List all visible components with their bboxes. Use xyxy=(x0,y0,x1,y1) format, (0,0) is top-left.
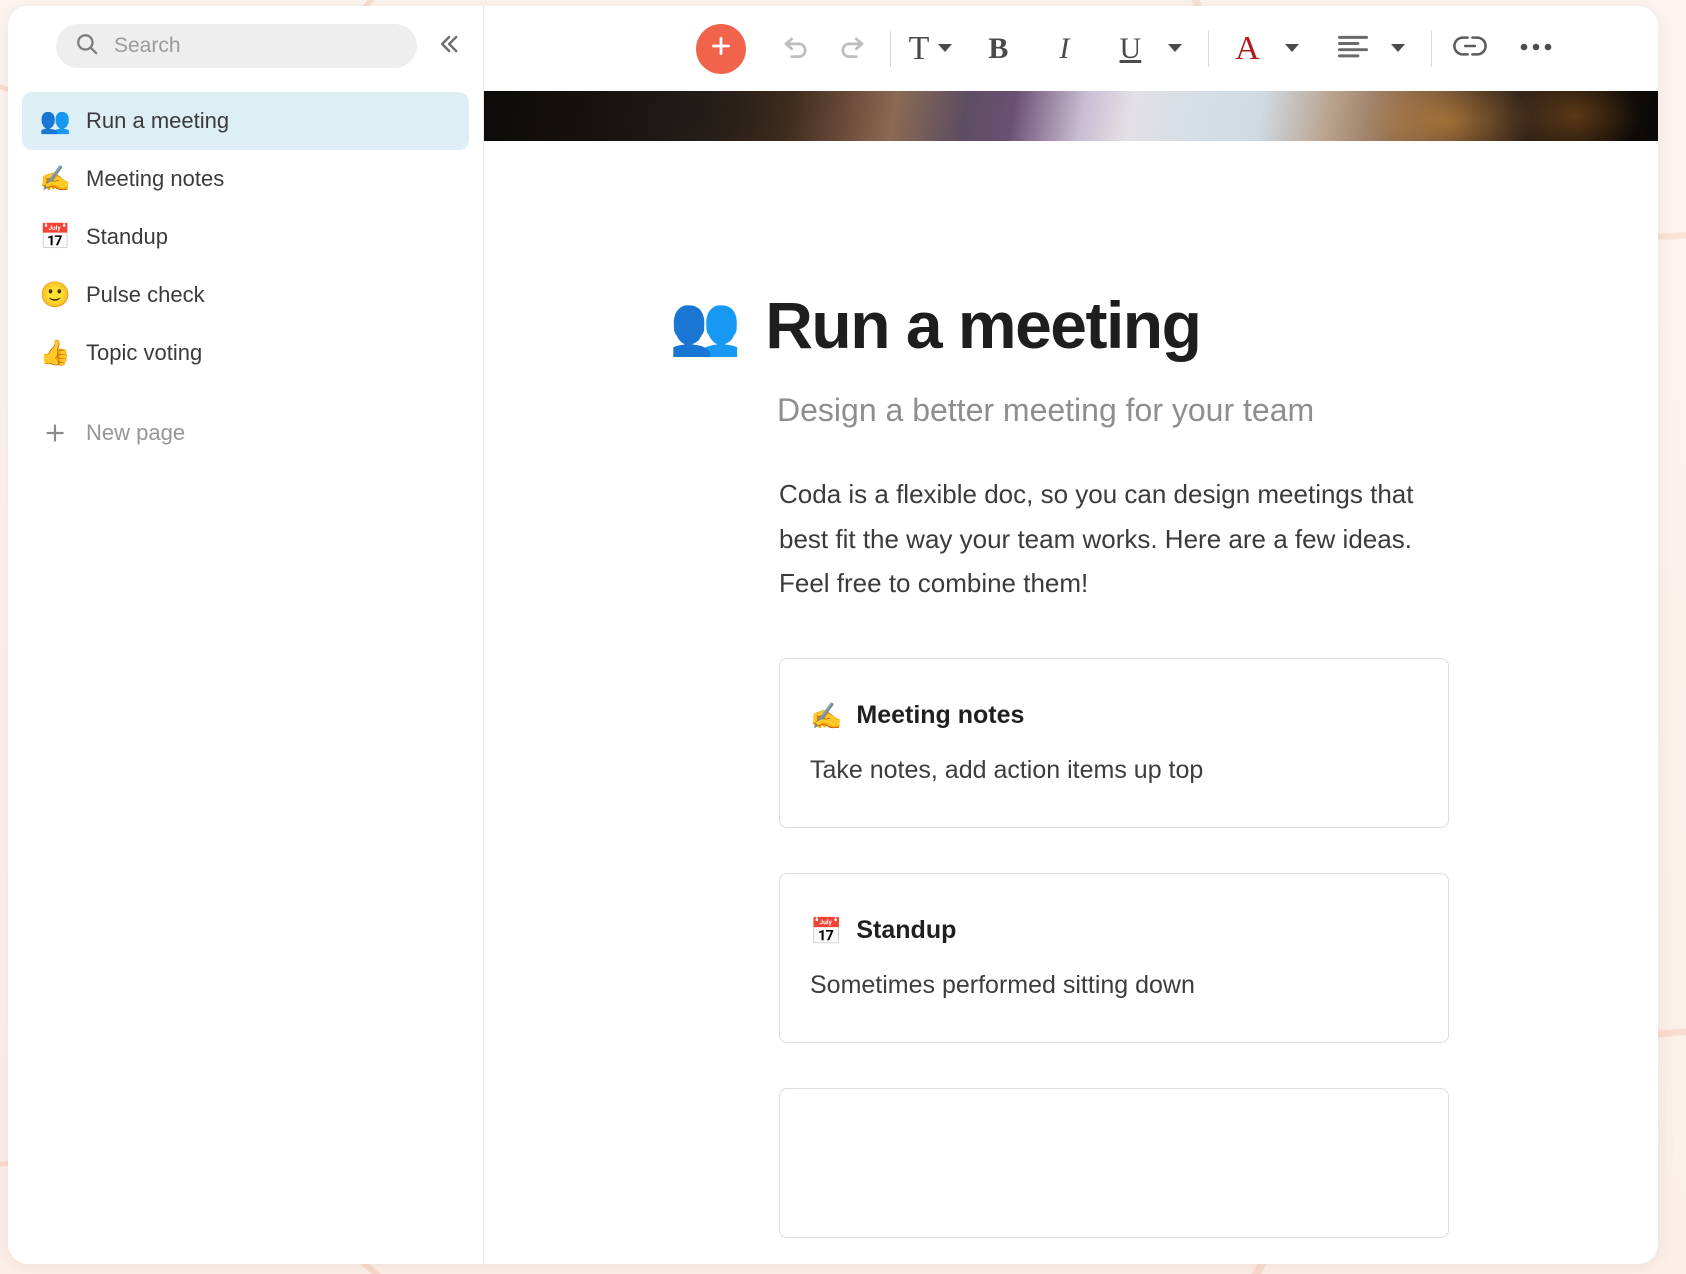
writing-hand-icon: ✍️ xyxy=(810,703,842,729)
toolbar-divider xyxy=(890,31,891,67)
sidebar-item-label: Run a meeting xyxy=(86,108,229,134)
document-body: 👥 Run a meeting Design a better meeting … xyxy=(484,141,1658,1238)
font-color-label: A xyxy=(1235,32,1260,66)
plus-icon xyxy=(40,420,70,446)
thumbs-up-icon: 👍 xyxy=(40,341,70,366)
sidebar: 👥 Run a meeting ✍️ Meeting notes 📅 Stand… xyxy=(8,6,484,1264)
editor-toolbar: T B I U xyxy=(484,6,1658,91)
card-header: ✍️ Meeting notes xyxy=(810,701,1418,730)
document-scroll-area[interactable]: 👥 Run a meeting Design a better meeting … xyxy=(484,91,1658,1264)
card-description: Take notes, add action items up top xyxy=(810,756,1418,785)
sidebar-item-label: Standup xyxy=(86,224,168,250)
plus-circle-icon xyxy=(707,32,735,65)
chevron-down-icon xyxy=(1168,40,1182,58)
italic-label: I xyxy=(1059,34,1069,64)
bold-label: B xyxy=(988,34,1008,64)
card-description: Sometimes performed sitting down xyxy=(810,971,1418,1000)
calendar-check-icon: 📅 xyxy=(810,918,842,944)
underline-more-dropdown[interactable] xyxy=(1150,25,1190,73)
search-input[interactable] xyxy=(114,34,399,58)
align-left-icon xyxy=(1337,33,1369,64)
sidebar-item-label: Meeting notes xyxy=(86,166,224,192)
page-intro-paragraph[interactable]: Coda is a flexible doc, so you can desig… xyxy=(779,472,1449,606)
italic-button[interactable]: I xyxy=(1044,25,1084,73)
page-title-row: 👥 Run a meeting xyxy=(669,291,1449,360)
sidebar-item-pulse-check[interactable]: 🙂 Pulse check xyxy=(22,266,469,324)
card-title: Meeting notes xyxy=(856,701,1024,730)
sidebar-item-run-a-meeting[interactable]: 👥 Run a meeting xyxy=(22,92,469,150)
writing-hand-icon: ✍️ xyxy=(40,167,70,192)
chevron-down-icon xyxy=(1285,40,1299,58)
sidebar-item-label: Pulse check xyxy=(86,282,205,308)
collapse-sidebar-button[interactable] xyxy=(431,29,465,63)
new-page-button[interactable]: New page xyxy=(22,406,469,460)
more-options-button[interactable] xyxy=(1516,25,1556,73)
page-title[interactable]: Run a meeting xyxy=(765,291,1200,360)
text-style-label: T xyxy=(909,32,930,66)
bold-button[interactable]: B xyxy=(978,25,1018,73)
chevron-down-icon xyxy=(1391,40,1405,58)
people-group-icon[interactable]: 👥 xyxy=(669,297,741,355)
align-button[interactable] xyxy=(1333,25,1373,73)
undo-button[interactable] xyxy=(776,25,816,73)
toolbar-divider xyxy=(1208,31,1209,67)
sidebar-item-topic-voting[interactable]: 👍 Topic voting xyxy=(22,324,469,382)
redo-icon xyxy=(835,29,869,68)
people-group-icon: 👥 xyxy=(40,109,70,134)
card-standup[interactable]: 📅 Standup Sometimes performed sitting do… xyxy=(779,873,1449,1043)
align-dropdown[interactable] xyxy=(1373,25,1413,73)
toolbar-divider xyxy=(1431,31,1432,67)
sidebar-search-row xyxy=(8,6,483,68)
underline-button[interactable]: U xyxy=(1110,25,1150,73)
text-style-dropdown[interactable]: T xyxy=(909,25,953,73)
card-next[interactable] xyxy=(779,1088,1449,1238)
search-box[interactable] xyxy=(56,24,417,68)
link-icon xyxy=(1452,32,1488,65)
sidebar-item-label: Topic voting xyxy=(86,340,202,366)
chevron-down-icon xyxy=(938,40,952,58)
ellipsis-icon xyxy=(1519,40,1553,58)
font-color-dropdown[interactable] xyxy=(1267,25,1307,73)
sidebar-item-meeting-notes[interactable]: ✍️ Meeting notes xyxy=(22,150,469,208)
card-list: ✍️ Meeting notes Take notes, add action … xyxy=(779,658,1449,1238)
sidebar-item-standup[interactable]: 📅 Standup xyxy=(22,208,469,266)
smiley-face-icon: 🙂 xyxy=(40,283,70,308)
card-meeting-notes[interactable]: ✍️ Meeting notes Take notes, add action … xyxy=(779,658,1449,828)
page-subtitle[interactable]: Design a better meeting for your team xyxy=(777,390,1449,432)
add-block-button[interactable] xyxy=(696,24,746,74)
search-icon xyxy=(74,31,100,62)
insert-link-button[interactable] xyxy=(1450,25,1490,73)
chevron-double-left-icon xyxy=(434,30,462,63)
underline-label: U xyxy=(1120,34,1142,64)
undo-icon xyxy=(779,29,813,68)
card-title: Standup xyxy=(856,916,956,945)
calendar-check-icon: 📅 xyxy=(40,225,70,250)
font-color-button[interactable]: A xyxy=(1227,25,1267,73)
main-area: T B I U xyxy=(484,6,1658,1264)
app-window: 👥 Run a meeting ✍️ Meeting notes 📅 Stand… xyxy=(8,6,1658,1264)
new-page-label: New page xyxy=(86,420,185,446)
sidebar-nav: 👥 Run a meeting ✍️ Meeting notes 📅 Stand… xyxy=(8,92,483,382)
redo-button[interactable] xyxy=(832,25,872,73)
card-header: 📅 Standup xyxy=(810,916,1418,945)
document-banner-image xyxy=(484,91,1658,141)
